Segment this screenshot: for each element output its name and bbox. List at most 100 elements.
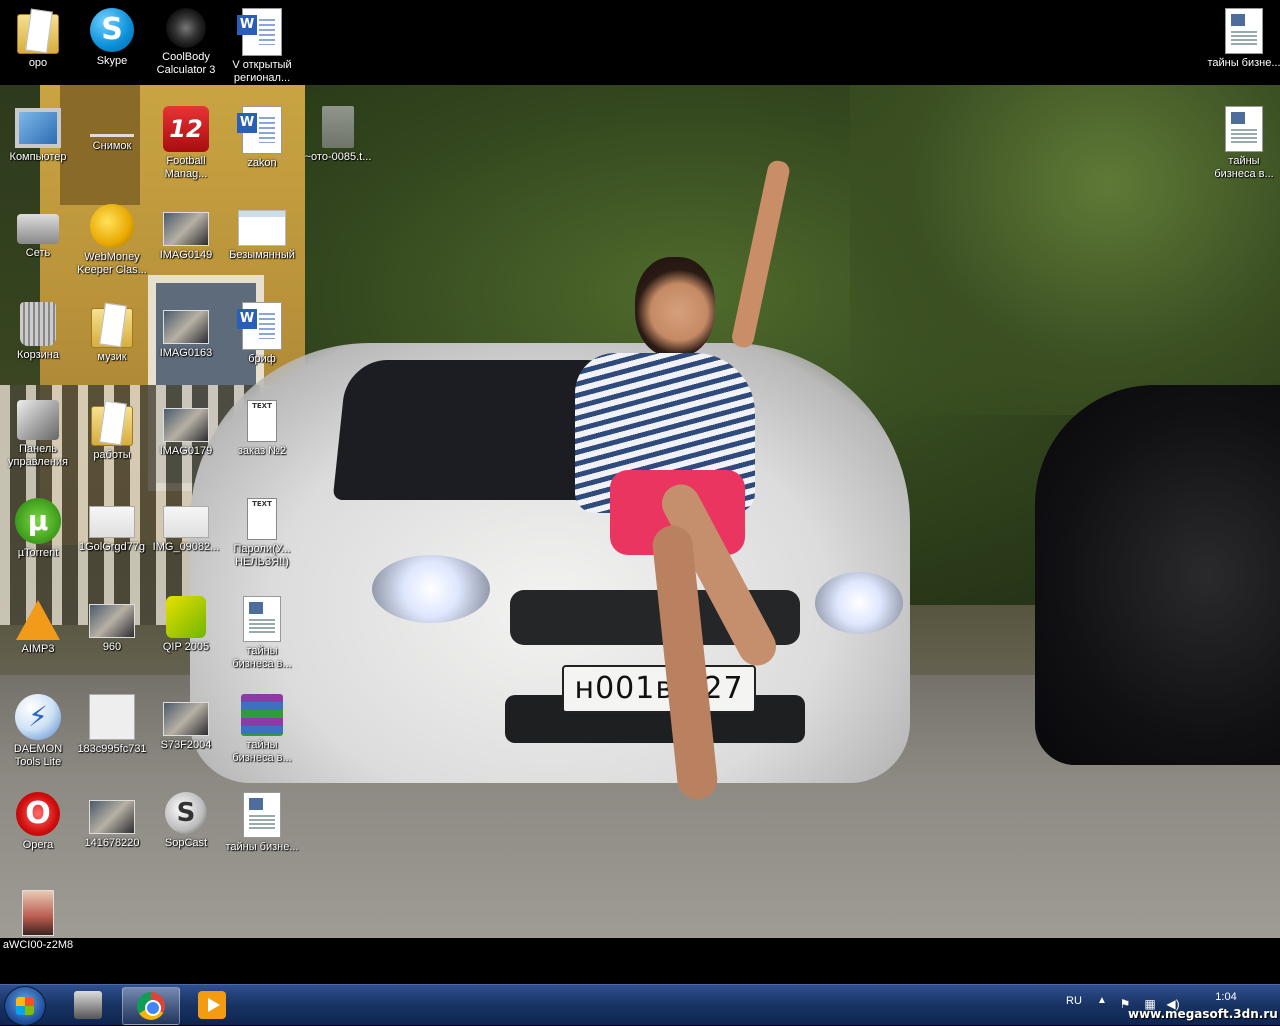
skype-icon: S	[90, 8, 134, 52]
webmoney-icon	[90, 204, 134, 248]
chrome-icon	[137, 992, 165, 1020]
desktop-icon[interactable]: оро	[0, 2, 76, 92]
desktop-icon-label: Пароли(У... НЕЛЬЗЯ!!)	[233, 543, 291, 568]
winrar-archive-icon	[241, 694, 283, 736]
desktop-icon-label: SopCast	[164, 837, 208, 849]
desktop-icon[interactable]: музик	[74, 296, 150, 386]
desktop-icon[interactable]: WebMoney Keeper Clas...	[74, 198, 150, 288]
desktop-icon[interactable]: Панель управления	[0, 394, 76, 484]
desktop-icon[interactable]: 141678220	[74, 786, 150, 876]
desktop-icon[interactable]: TEXT Пароли(У... НЕЛЬЗЯ!!)	[224, 492, 300, 582]
file-manager-icon	[74, 991, 102, 1019]
wallpaper-headlight-left	[372, 555, 490, 623]
taskbar-item-chrome[interactable]	[122, 987, 180, 1025]
desktop-icon[interactable]: тайны бизне...	[1206, 2, 1280, 92]
paint-image-icon	[238, 210, 286, 246]
football-manager-icon: 12	[163, 106, 209, 152]
text-file-icon: TEXT	[247, 400, 277, 442]
desktop-icon[interactable]: бриф	[224, 296, 300, 386]
desktop-icon-label: бриф	[248, 353, 276, 365]
desktop-icon[interactable]: 1GolGrgd77g	[74, 492, 150, 582]
desktop-icon[interactable]: µ µTorrent	[0, 492, 76, 582]
desktop-icon-label: Компьютер	[9, 151, 67, 163]
watermark: www.megasoft.3dn.ru	[1128, 1007, 1278, 1021]
photo-icon	[163, 310, 209, 344]
wallpaper-person-head	[635, 257, 715, 357]
clock[interactable]: 1:04	[1206, 991, 1246, 1003]
desktop-icon-label: тайны бизне...	[1207, 57, 1280, 69]
desktop-icon[interactable]: V открытый регионал...	[224, 2, 300, 92]
desktop-icon[interactable]: IMG_09082...	[148, 492, 224, 582]
desktop-icon[interactable]: Снимок	[74, 100, 150, 190]
desktop-icon-label: Снимок	[92, 140, 132, 152]
desktop-icon[interactable]: 960	[74, 590, 150, 680]
desktop-icon-label: ~ото-0085.t...	[304, 151, 372, 163]
desktop-icon[interactable]: 12 Football Manag...	[148, 100, 224, 190]
desktop-icon[interactable]: тайны бизнеса в...	[1206, 100, 1280, 190]
desktop-icon[interactable]: aWCI00-z2M8	[0, 884, 76, 974]
desktop-icon[interactable]: Компьютер	[0, 100, 76, 190]
network-icon	[17, 214, 59, 244]
desktop-icon-label: 1GolGrgd77g	[78, 541, 146, 553]
computer-icon	[15, 108, 61, 148]
desktop-icon-label: работы	[93, 449, 131, 461]
photo-icon	[163, 212, 209, 246]
taskbar-item-file-manager[interactable]	[60, 987, 116, 1023]
desktop-icon[interactable]: Корзина	[0, 296, 76, 386]
desktop-icon-label: тайны бизне...	[225, 841, 299, 853]
desktop-icon[interactable]: тайны бизне...	[224, 786, 300, 876]
photo-icon	[22, 890, 54, 936]
desktop-icon[interactable]: IMAG0149	[148, 198, 224, 288]
image-icon	[90, 134, 134, 137]
desktop-icon-label: тайны бизнеса в...	[1214, 155, 1274, 180]
qip-icon	[166, 596, 206, 638]
desktop-icon-label: Сеть	[25, 247, 51, 259]
desktop-icon[interactable]: тайны бизнеса в...	[224, 590, 300, 680]
desktop-icon[interactable]: QIP 2005	[148, 590, 224, 680]
desktop-icon[interactable]: Безымянный	[224, 198, 300, 288]
document-thumbnail-icon	[243, 792, 281, 838]
desktop-icon[interactable]: работы	[74, 394, 150, 484]
windows-logo-icon	[16, 997, 34, 1015]
desktop-icon[interactable]: TEXT заказ №2	[224, 394, 300, 484]
show-hidden-icons-button[interactable]: ▲	[1097, 995, 1107, 1006]
desktop-icon-label: CoolBody Calculator 3	[156, 51, 216, 76]
desktop-icon[interactable]: S Skype	[74, 2, 150, 92]
language-indicator[interactable]: RU	[1066, 995, 1082, 1007]
daemon-tools-icon: ⚡	[15, 694, 61, 740]
control-panel-icon	[17, 400, 59, 440]
photo-icon	[89, 604, 135, 638]
desktop-icon-label: заказ №2	[237, 445, 287, 457]
word-document-icon	[237, 8, 282, 56]
desktop-icon[interactable]: Сеть	[0, 198, 76, 288]
desktop-icon-label: Skype	[96, 55, 128, 67]
start-button[interactable]	[4, 986, 46, 1026]
desktop-icon[interactable]: 183c995fc731	[74, 688, 150, 778]
desktop-icon[interactable]: S SopCast	[148, 786, 224, 876]
desktop-icon[interactable]: CoolBody Calculator 3	[148, 2, 224, 92]
desktop-icon-label: 960	[102, 641, 122, 653]
photo-icon	[89, 506, 135, 538]
desktop-icon[interactable]: S73F2004	[148, 688, 224, 778]
taskbar-item-media-player[interactable]	[184, 987, 240, 1023]
desktop-icon-label: WebMoney Keeper Clas...	[77, 251, 147, 276]
desktop-icon[interactable]: ~ото-0085.t...	[300, 100, 376, 190]
desktop-icon-label: Панель управления	[8, 443, 68, 468]
desktop-icon[interactable]: тайны бизнеса в...	[224, 688, 300, 778]
desktop-icon[interactable]: IMAG0163	[148, 296, 224, 386]
desktop-icon-label: музик	[97, 351, 127, 363]
utorrent-icon: µ	[15, 498, 61, 544]
desktop-icon-label: µTorrent	[17, 547, 59, 559]
desktop-icon[interactable]: O Opera	[0, 786, 76, 876]
desktop-icon[interactable]: AIMP3	[0, 590, 76, 680]
desktop-icon[interactable]: ⚡ DAEMON Tools Lite	[0, 688, 76, 778]
opera-icon: O	[16, 792, 60, 836]
desktop-icon-label: zakon	[247, 157, 277, 169]
photo-icon	[89, 800, 135, 834]
desktop-icon-label: IMAG0179	[159, 445, 213, 457]
desktop-icon[interactable]: IMAG0179	[148, 394, 224, 484]
file-icon	[322, 106, 354, 148]
document-thumbnail-icon	[243, 596, 281, 642]
photo-icon	[163, 702, 209, 736]
desktop-icon[interactable]: zakon	[224, 100, 300, 190]
